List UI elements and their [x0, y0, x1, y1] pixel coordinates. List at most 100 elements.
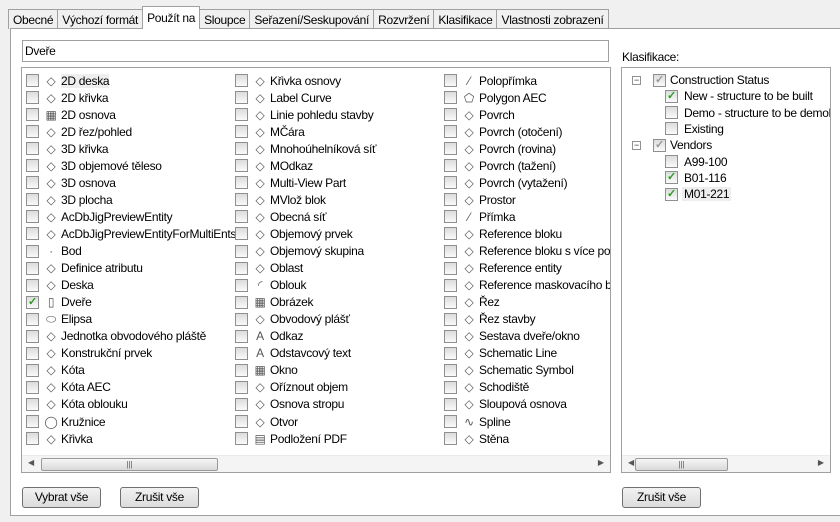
- tab-4[interactable]: Seřazení/Seskupování: [249, 9, 375, 29]
- list-item[interactable]: ◇ Label Curve: [235, 89, 332, 106]
- list-item[interactable]: ◇ Řez: [444, 294, 500, 311]
- scroll-right-icon[interactable]: ▶: [818, 458, 824, 467]
- checkbox[interactable]: ✓: [653, 138, 666, 152]
- checkbox[interactable]: [444, 244, 457, 258]
- collapse-icon[interactable]: −: [632, 140, 641, 150]
- tab-3[interactable]: Sloupce: [199, 9, 251, 29]
- checkbox[interactable]: [444, 363, 457, 377]
- collapse-icon[interactable]: −: [632, 75, 641, 85]
- checkbox[interactable]: [444, 142, 457, 156]
- checkbox[interactable]: [26, 278, 39, 292]
- checkbox[interactable]: [26, 261, 39, 275]
- checkbox[interactable]: [444, 91, 457, 105]
- checkbox[interactable]: [26, 432, 39, 446]
- checkbox[interactable]: ✓: [653, 73, 666, 87]
- checkbox[interactable]: [26, 346, 39, 360]
- tree-item[interactable]: ✓ B01-116: [665, 170, 728, 186]
- list-item[interactable]: ◇ Oblast: [235, 260, 303, 277]
- tab-0[interactable]: Obecné: [8, 9, 59, 29]
- checkbox[interactable]: [26, 159, 39, 173]
- list-item[interactable]: ◇ Prostor: [444, 191, 516, 208]
- checkbox[interactable]: [444, 210, 457, 224]
- checkbox[interactable]: [26, 108, 39, 122]
- checkbox[interactable]: [235, 142, 248, 156]
- checkbox[interactable]: [444, 176, 457, 190]
- checkbox[interactable]: [235, 125, 248, 139]
- checkbox[interactable]: [235, 278, 248, 292]
- list-item[interactable]: ◇ Kóta AEC: [26, 379, 111, 396]
- checkbox[interactable]: [26, 244, 39, 258]
- list-item[interactable]: ◇ Reference bloku s více pohledy: [444, 243, 610, 260]
- checkbox[interactable]: [444, 312, 457, 326]
- tree-item[interactable]: ✓ M01-221: [665, 186, 732, 202]
- clear-classification-button[interactable]: Zrušit vše: [622, 487, 701, 508]
- list-item[interactable]: ◇ Povrch (tažení): [444, 157, 556, 174]
- tab-6[interactable]: Klasifikace: [433, 9, 498, 29]
- tree-group[interactable]: − ✓ Construction Status: [632, 72, 769, 88]
- list-item[interactable]: ◇ Schodiště: [444, 379, 529, 396]
- list-item[interactable]: ◇ Řez stavby: [444, 311, 536, 328]
- checkbox[interactable]: [26, 210, 39, 224]
- checkbox[interactable]: [665, 106, 678, 120]
- list-item[interactable]: ◇ Sloupová osnova: [444, 396, 567, 413]
- list-item[interactable]: ⁄ Polopřímka: [444, 72, 537, 89]
- list-item[interactable]: ◇ Povrch (vytažení): [444, 174, 568, 191]
- checkbox[interactable]: [26, 380, 39, 394]
- scroll-right-icon[interactable]: ▶: [598, 458, 604, 467]
- list-item[interactable]: ◇ Linie pohledu stavby: [235, 106, 374, 123]
- list-item[interactable]: ◇ Objemový prvek: [235, 225, 353, 242]
- checkbox[interactable]: [26, 142, 39, 156]
- checkbox[interactable]: [235, 227, 248, 241]
- select-all-button[interactable]: Vybrat vše: [22, 487, 101, 508]
- list-item[interactable]: ◇ Schematic Symbol: [444, 362, 574, 379]
- list-item[interactable]: ◇ Obvodový plášť: [235, 311, 350, 328]
- list-item[interactable]: ◇ Schematic Line: [444, 345, 557, 362]
- checkbox[interactable]: [235, 380, 248, 394]
- list-item[interactable]: ◇ 3D křivka: [26, 140, 109, 157]
- checkbox[interactable]: [26, 415, 39, 428]
- list-item[interactable]: ◇ Objemový skupina: [235, 243, 364, 260]
- checkbox[interactable]: [26, 74, 39, 87]
- checkbox[interactable]: [235, 176, 248, 190]
- tree-item[interactable]: ✓ New - structure to be built: [665, 88, 815, 104]
- list-item[interactable]: ◇ Povrch (rovina): [444, 140, 556, 157]
- checkbox[interactable]: [444, 193, 457, 207]
- list-item[interactable]: ◇ Stěna: [444, 430, 509, 447]
- list-item[interactable]: A Odkaz: [235, 328, 303, 345]
- checkbox[interactable]: [444, 125, 457, 139]
- checkbox[interactable]: [235, 415, 248, 428]
- checkbox[interactable]: [26, 363, 39, 377]
- checkbox[interactable]: [444, 295, 457, 309]
- tree-horizontal-scrollbar[interactable]: ◀ ||| ▶: [622, 455, 830, 472]
- list-item[interactable]: ◇ Multi-View Part: [235, 174, 346, 191]
- tab-2[interactable]: Použít na: [142, 6, 201, 29]
- list-item[interactable]: ◇ MVlož blok: [235, 191, 326, 208]
- tree-item[interactable]: A99-100: [665, 154, 729, 170]
- checkbox[interactable]: [235, 346, 248, 360]
- list-item[interactable]: ◇ MOdkaz: [235, 157, 313, 174]
- list-item[interactable]: ◇ MČára: [235, 123, 305, 140]
- checkbox[interactable]: [235, 74, 248, 87]
- list-item[interactable]: ⬭ Elipsa: [26, 311, 92, 328]
- list-item[interactable]: ◇ Mnohoúhelníková síť: [235, 140, 377, 157]
- checkbox[interactable]: [444, 346, 457, 360]
- list-item[interactable]: ◇ Sestava dveře/okno: [444, 328, 580, 345]
- checkbox[interactable]: [444, 227, 457, 241]
- list-item[interactable]: ◇ Povrch: [444, 106, 515, 123]
- checkbox[interactable]: [26, 397, 39, 411]
- list-item[interactable]: ◇ Reference entity: [444, 260, 562, 277]
- tab-5[interactable]: Rozvržení: [373, 9, 435, 29]
- checkbox[interactable]: [26, 176, 39, 190]
- checkbox[interactable]: [444, 329, 457, 343]
- list-item[interactable]: ◇ 3D objemové těleso: [26, 157, 162, 174]
- checkbox[interactable]: [235, 261, 248, 275]
- checkbox[interactable]: [235, 210, 248, 224]
- list-item[interactable]: ◇ Reference maskovacího bloku: [444, 277, 610, 294]
- list-item[interactable]: ◇ Jednotka obvodového pláště: [26, 328, 206, 345]
- checkbox[interactable]: [235, 159, 248, 173]
- checkbox[interactable]: ✓: [665, 187, 678, 201]
- checkbox[interactable]: [235, 432, 248, 446]
- checkbox[interactable]: [444, 432, 457, 446]
- checkbox[interactable]: [235, 193, 248, 207]
- checkbox[interactable]: [26, 193, 39, 207]
